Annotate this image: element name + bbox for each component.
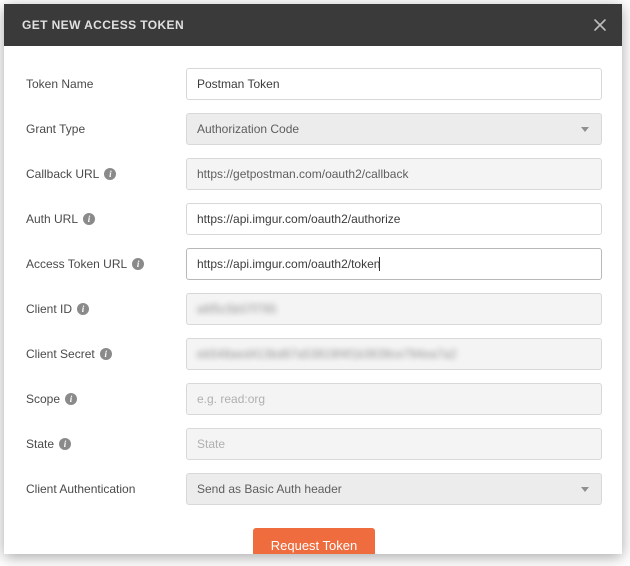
input-value: https://api.imgur.com/oauth2/token xyxy=(197,257,380,271)
modal-footer: Request Token xyxy=(26,518,602,554)
text-cursor xyxy=(379,257,380,271)
label-text: Client Authentication xyxy=(26,482,135,496)
state-label: State i xyxy=(26,437,186,451)
callback-url-label: Callback URL i xyxy=(26,167,186,181)
chevron-down-icon xyxy=(581,127,589,132)
callback-url-input[interactable] xyxy=(186,158,602,190)
label-text: Callback URL xyxy=(26,167,99,181)
label-text: Client Secret xyxy=(26,347,95,361)
label-text: State xyxy=(26,437,54,451)
select-value: Authorization Code xyxy=(197,122,299,136)
info-icon[interactable]: i xyxy=(77,303,89,315)
auth-url-input[interactable] xyxy=(186,203,602,235)
label-text: Access Token URL xyxy=(26,257,127,271)
client-auth-select[interactable]: Send as Basic Auth header xyxy=(186,473,602,505)
modal-title: GET NEW ACCESS TOKEN xyxy=(22,18,184,32)
info-icon[interactable]: i xyxy=(83,213,95,225)
token-name-label: Token Name xyxy=(26,77,186,91)
access-token-url-label: Access Token URL i xyxy=(26,257,186,271)
auth-url-label: Auth URL i xyxy=(26,212,186,226)
input-value: eb548aed413bd67a53819f4f1b3639ce794ea7a2 xyxy=(197,347,457,361)
info-icon[interactable]: i xyxy=(104,168,116,180)
label-text: Token Name xyxy=(26,77,93,91)
get-token-modal: GET NEW ACCESS TOKEN Token Name Grant Ty… xyxy=(4,4,622,554)
info-icon[interactable]: i xyxy=(100,348,112,360)
access-token-url-input[interactable]: https://api.imgur.com/oauth2/token xyxy=(186,248,602,280)
info-icon[interactable]: i xyxy=(65,393,77,405)
info-icon[interactable]: i xyxy=(59,438,71,450)
scope-input[interactable] xyxy=(186,383,602,415)
modal-body: Token Name Grant Type Authorization Code… xyxy=(4,46,622,554)
request-token-button[interactable]: Request Token xyxy=(253,528,376,554)
label-text: Auth URL xyxy=(26,212,78,226)
modal-header: GET NEW ACCESS TOKEN xyxy=(4,4,622,46)
scope-label: Scope i xyxy=(26,392,186,406)
grant-type-select[interactable]: Authorization Code xyxy=(186,113,602,145)
info-icon[interactable]: i xyxy=(132,258,144,270)
select-value: Send as Basic Auth header xyxy=(197,482,342,496)
client-secret-label: Client Secret i xyxy=(26,347,186,361)
client-secret-input[interactable]: eb548aed413bd67a53819f4f1b3639ce794ea7a2 xyxy=(186,338,602,370)
client-id-input[interactable]: a6f5c5b07f795 xyxy=(186,293,602,325)
grant-type-label: Grant Type xyxy=(26,122,186,136)
close-icon xyxy=(592,17,608,33)
close-button[interactable] xyxy=(592,17,608,33)
label-text: Scope xyxy=(26,392,60,406)
label-text: Grant Type xyxy=(26,122,85,136)
client-auth-label: Client Authentication xyxy=(26,482,186,496)
chevron-down-icon xyxy=(581,487,589,492)
client-id-label: Client ID i xyxy=(26,302,186,316)
input-value: a6f5c5b07f795 xyxy=(197,302,276,316)
state-input[interactable] xyxy=(186,428,602,460)
token-name-input[interactable] xyxy=(186,68,602,100)
label-text: Client ID xyxy=(26,302,72,316)
